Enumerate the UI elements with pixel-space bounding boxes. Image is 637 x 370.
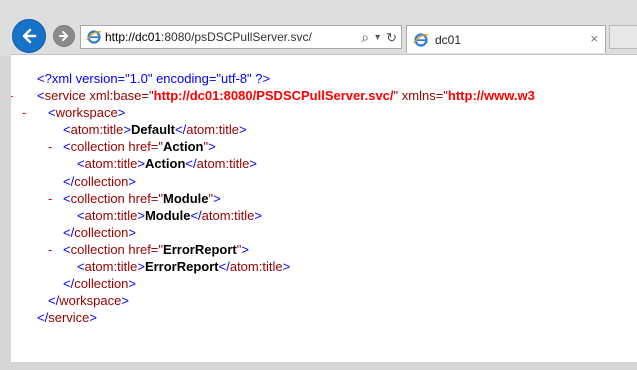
window-bottom-edge: [0, 362, 637, 370]
tab-dc01[interactable]: dc01 ×: [406, 25, 606, 53]
address-url: http://dc01:8080/psDSCPullServer.svc/: [105, 30, 312, 44]
refresh-icon[interactable]: ↻: [386, 30, 397, 46]
service-close-line: </service>: [11, 309, 637, 326]
workspace-title-line: <atom:title>Default</atom:title>: [11, 121, 637, 138]
close-tab-icon[interactable]: ×: [590, 31, 598, 46]
service-open-line: - <service xml:base="http://dc01:8080/PS…: [11, 87, 637, 104]
collapse-collection-module-toggle[interactable]: -: [48, 190, 52, 207]
page-content: <?xml version="1.0" encoding="utf-8" ?> …: [11, 54, 637, 363]
collection-action-open-line: - <collection href="Action">: [11, 138, 637, 155]
address-tools: ⌕ ▾ ↻: [361, 29, 397, 46]
navigation-bar: http://dc01:8080/psDSCPullServer.svc/ ⌕ …: [0, 0, 637, 56]
dropdown-icon[interactable]: ▾: [375, 32, 380, 43]
new-tab-button[interactable]: [609, 25, 637, 49]
browser-window: http://dc01:8080/psDSCPullServer.svc/ ⌕ …: [0, 0, 637, 370]
address-bar[interactable]: http://dc01:8080/psDSCPullServer.svc/ ⌕ …: [80, 25, 402, 49]
collection-errorreport-close-line: </collection>: [11, 275, 637, 292]
collection-errorreport-open-tag: <collection href="ErrorReport">: [63, 241, 249, 257]
xml-declaration-line: <?xml version="1.0" encoding="utf-8" ?>: [11, 70, 637, 87]
xml-declaration: <?xml version="1.0" encoding="utf-8" ?>: [37, 71, 271, 86]
collection-action-title-line: <atom:title>Action</atom:title>: [11, 155, 637, 172]
workspace-open-line: - <workspace>: [11, 104, 637, 121]
search-icon[interactable]: ⌕: [361, 29, 369, 46]
tab-title: dc01: [435, 33, 462, 47]
collection-action-open-tag: <collection href="Action">: [63, 139, 216, 155]
service-open-tag: <service xml:base="http://dc01:8080/PSDS…: [37, 88, 535, 104]
collection-errorreport-title: <atom:title>ErrorReport</atom:title>: [77, 259, 291, 275]
collection-errorreport-open-line: - <collection href="ErrorReport">: [11, 241, 637, 258]
collection-action-close-line: </collection>: [11, 173, 637, 190]
workspace-title: <atom:title>Default</atom:title>: [63, 122, 247, 138]
address-host: http://dc01: [105, 30, 162, 44]
collection-module-open-line: - <collection href="Module">: [11, 190, 637, 207]
collection-errorreport-close-tag: </collection>: [63, 276, 137, 292]
back-button[interactable]: [12, 19, 46, 53]
collection-module-close-line: </collection>: [11, 224, 637, 241]
collection-module-open-tag: <collection href="Module">: [63, 190, 221, 206]
ie-page-icon: [86, 29, 102, 50]
ie-tab-icon: [413, 32, 429, 53]
workspace-close-tag: </workspace>: [48, 293, 129, 309]
xml-document: <?xml version="1.0" encoding="utf-8" ?> …: [11, 70, 637, 326]
collection-action-close-tag: </collection>: [63, 173, 137, 189]
collapse-collection-action-toggle[interactable]: -: [48, 138, 52, 155]
workspace-close-line: </workspace>: [11, 292, 637, 309]
forward-arrow-icon: [59, 31, 68, 41]
back-arrow-icon: [22, 28, 37, 44]
collection-action-title: <atom:title>Action</atom:title>: [77, 156, 257, 172]
collection-errorreport-title-line: <atom:title>ErrorReport</atom:title>: [11, 258, 637, 275]
workspace-open-tag: <workspace>: [48, 105, 126, 121]
address-path: :8080/psDSCPullServer.svc/: [161, 30, 312, 44]
collection-module-title-line: <atom:title>Module</atom:title>: [11, 207, 637, 224]
forward-button[interactable]: [53, 25, 75, 47]
service-close-tag: </service>: [37, 310, 97, 326]
collapse-collection-errorreport-toggle[interactable]: -: [48, 241, 52, 258]
collapse-workspace-toggle[interactable]: -: [22, 104, 26, 121]
collapse-service-toggle[interactable]: -: [11, 87, 13, 104]
collection-module-title: <atom:title>Module</atom:title>: [77, 207, 262, 223]
collection-module-close-tag: </collection>: [63, 224, 137, 240]
